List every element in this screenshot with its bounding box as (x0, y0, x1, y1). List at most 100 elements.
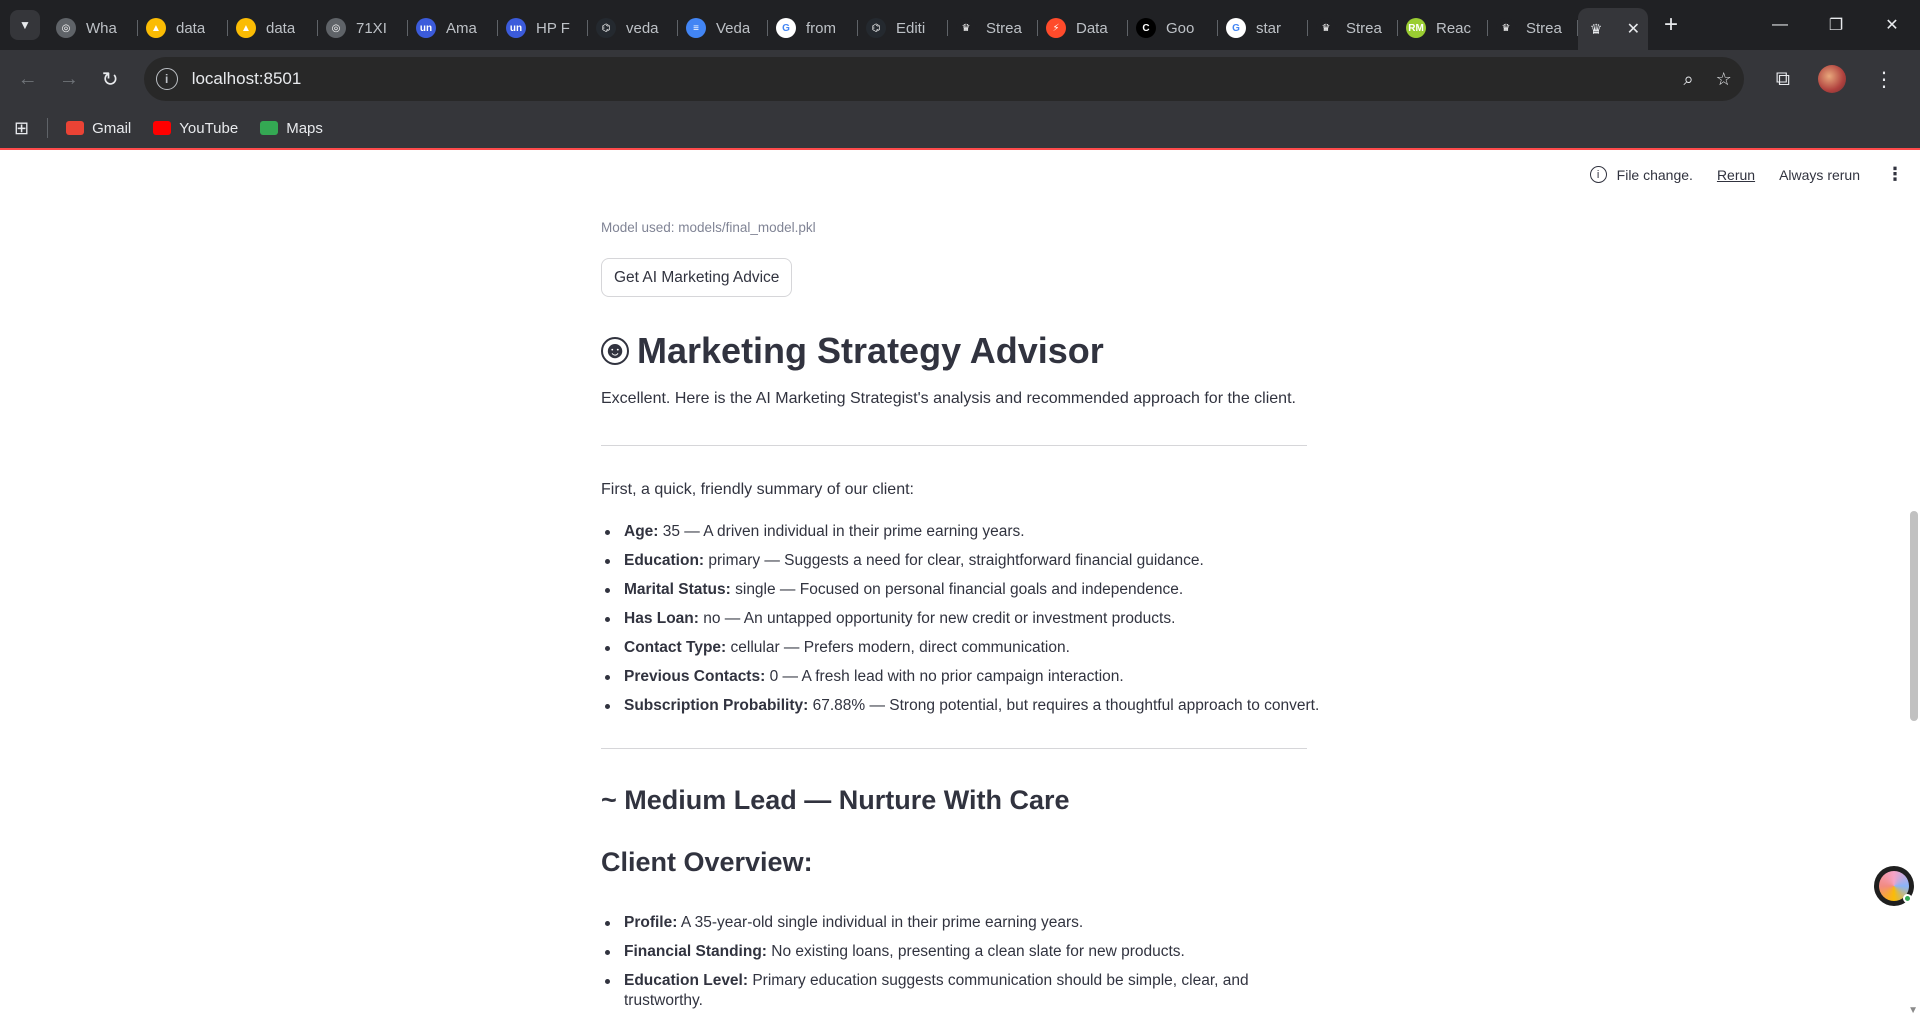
tab-favicon-icon: ⚡ (1046, 18, 1066, 38)
browser-tab[interactable]: un HP F (498, 10, 588, 46)
bookmark-label: Maps (286, 119, 323, 137)
robot-icon: ☻ (601, 337, 629, 365)
page-title-text: Marketing Strategy Advisor (637, 330, 1104, 371)
minimize-button[interactable]: — (1752, 0, 1808, 50)
back-button[interactable]: ← (12, 62, 43, 96)
tab-title: Reac (1436, 19, 1472, 37)
overview-list: Profile: A 35-year-old single individual… (601, 913, 1249, 1011)
tab-title: Veda (716, 19, 751, 37)
scrollbar-thumb[interactable] (1910, 511, 1918, 721)
tab-favicon-icon: ◎ (326, 18, 346, 38)
tab-title: Strea (1346, 19, 1382, 37)
list-item: Education: primary — Suggests a need for… (601, 551, 1319, 580)
tab-favicon-icon: ▲ (146, 18, 166, 38)
scroll-down-arrow-icon[interactable]: ▼ (1908, 1005, 1918, 1016)
list-item-text: primary — Suggests a need for clear, str… (704, 552, 1204, 569)
tab-title: data (266, 19, 296, 37)
browser-tab[interactable]: ▲ data (228, 10, 318, 46)
list-item: Education Level: Primary education sugge… (601, 971, 1249, 1011)
list-item-label: Age: (624, 523, 659, 540)
maps-icon (260, 121, 279, 135)
browser-tab[interactable]: ♛ Strea (1308, 10, 1398, 46)
zoom-icon[interactable]: ⌕ (1683, 69, 1693, 90)
extensions-icon[interactable]: ⧉ (1776, 68, 1790, 91)
tab-favicon-icon: ≡ (686, 18, 706, 38)
browser-tab[interactable]: ▲ data (138, 10, 228, 46)
tab-title: star (1256, 19, 1282, 37)
list-item-label: Profile: (624, 914, 678, 931)
lead-heading: ~ Medium Lead — Nurture With Care (601, 785, 1070, 815)
rerun-button[interactable]: Rerun (1717, 167, 1755, 183)
browser-tab[interactable]: ♛ Strea (948, 10, 1038, 46)
tab-favicon-icon: un (416, 18, 436, 38)
app-page: i File change. Rerun Always rerun ⋮ Mode… (0, 150, 1920, 1018)
list-item-text: 67.88% — Strong potential, but requires … (808, 697, 1320, 714)
browser-tab[interactable]: ◎ 71XI (318, 10, 408, 46)
list-item: Has Loan: no — An untapped opportunity f… (601, 609, 1319, 638)
tab-title: 71XI (356, 19, 387, 37)
browser-tab[interactable]: ⚡ Data (1038, 10, 1128, 46)
bookmark-gmail[interactable]: Gmail (66, 120, 131, 137)
divider (601, 748, 1307, 749)
bookmark-maps[interactable]: Maps (260, 120, 323, 137)
new-tab-button[interactable]: + (1664, 11, 1678, 39)
list-item: Age: 35 — A driven individual in their p… (601, 522, 1319, 551)
apps-grid-icon[interactable]: ⊞ (14, 118, 29, 139)
intro-text: Excellent. Here is the AI Marketing Stra… (601, 390, 1296, 407)
list-item-label: Education Level: (624, 972, 749, 989)
reload-button[interactable]: ↻ (94, 62, 125, 96)
bookmark-youtube[interactable]: YouTube (153, 120, 238, 137)
get-advice-button[interactable]: Get AI Marketing Advice (601, 258, 793, 297)
tab-favicon-icon: G (776, 18, 796, 38)
browser-tab[interactable]: ≡ Veda (678, 10, 768, 46)
menu-icon[interactable]: ⋮ (1874, 67, 1894, 92)
assistant-bubble-button[interactable] (1874, 866, 1914, 906)
forward-button[interactable]: → (53, 62, 84, 96)
browser-tab[interactable]: Gstar (1218, 10, 1308, 46)
overview-heading: Client Overview: (601, 847, 813, 877)
browser-tab[interactable]: ◎ Wha (48, 10, 138, 46)
address-bar[interactable]: i localhost:8501 ⌕ ☆ (143, 57, 1744, 101)
close-window-button[interactable]: ✕ (1864, 0, 1920, 50)
bookmark-star-icon[interactable]: ☆ (1716, 69, 1732, 90)
site-info-icon[interactable]: i (155, 68, 178, 90)
close-tab-icon[interactable]: ✕ (1627, 19, 1640, 39)
browser-tab[interactable]: un Ama (408, 10, 498, 46)
divider (601, 445, 1307, 446)
list-item-text: No existing loans, presenting a clean sl… (766, 943, 1185, 960)
list-item-text: A 35-year-old single individual in their… (677, 914, 1084, 931)
list-item: Previous Contacts: 0 — A fresh lead with… (601, 667, 1319, 696)
summary-list: Age: 35 — A driven individual in their p… (601, 522, 1319, 725)
tab-favicon-icon: ⌬ (596, 18, 616, 38)
streamlit-icon: ♛ (1589, 20, 1603, 37)
bookmarks-bar: ⊞ Gmail YouTube Maps (0, 108, 1920, 150)
tab-title: Goo (1166, 19, 1195, 37)
always-rerun-button[interactable]: Always rerun (1779, 167, 1860, 183)
list-item: Profile: A 35-year-old single individual… (601, 913, 1249, 942)
status-message: File change. (1616, 166, 1693, 183)
browser-tab[interactable]: ♛ Strea (1488, 10, 1578, 46)
tab-title: veda (626, 19, 659, 37)
list-item-label: Contact Type: (624, 639, 727, 656)
tab-strip: ▼ ◎ Wha ▲ data ▲ data ◎ 71XI un Ama un HP F ⌬ veda ≡ Ve… (0, 0, 1920, 50)
browser-tab[interactable]: ⌬ veda (588, 10, 678, 46)
list-item-label: Previous Contacts: (624, 668, 766, 685)
bookmark-separator (47, 118, 49, 138)
browser-tab[interactable]: RM Reac (1398, 10, 1488, 46)
tab-favicon-icon: ♛ (1316, 18, 1336, 38)
browser-tab[interactable]: C Goo (1128, 10, 1218, 46)
browser-tab[interactable]: ⌬ Editi (858, 10, 948, 46)
tab-search-button[interactable]: ▼ (10, 10, 40, 40)
tab-title: data (176, 19, 206, 37)
list-item: Marital Status: single — Focused on pers… (601, 580, 1319, 609)
profile-avatar[interactable] (1817, 65, 1846, 93)
list-item-label: Has Loan: (624, 610, 699, 627)
bookmark-label: Gmail (92, 119, 132, 137)
browser-toolbar: ← → ↻ i localhost:8501 ⌕ ☆ ⧉ ⋮ (0, 50, 1920, 108)
main-menu-icon[interactable]: ⋮ (1886, 164, 1904, 185)
restore-button[interactable]: ❐ (1808, 0, 1864, 50)
browser-tab[interactable]: Gfrom (768, 10, 858, 46)
tab-active[interactable]: ♛ ✕ (1578, 8, 1648, 50)
url-text[interactable]: localhost:8501 (192, 69, 1662, 89)
list-item-text: cellular — Prefers modern, direct commun… (726, 639, 1070, 656)
